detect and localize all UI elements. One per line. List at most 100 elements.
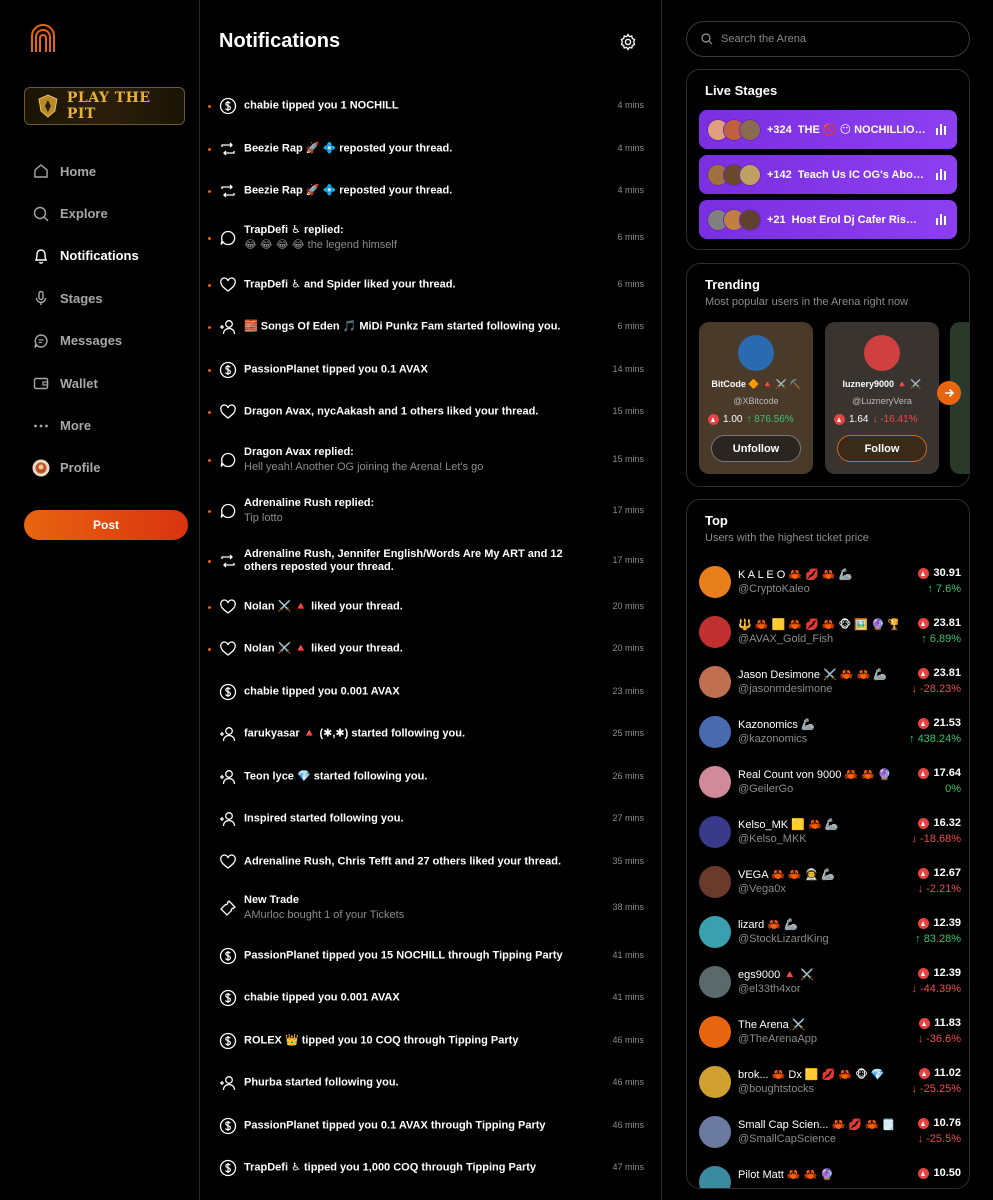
top-user-row[interactable]: Kelso_MK 🟨 🦀 🦾 @Kelso_MKK 16.32 ↓ -18.68%: [699, 811, 961, 853]
sidebar-item-stages[interactable]: Stages: [24, 277, 189, 319]
sidebar-item-label: Home: [60, 163, 97, 179]
gear-icon[interactable]: [619, 33, 637, 51]
sidebar-item-label: Profile: [60, 460, 101, 476]
sidebar-item-notifications[interactable]: Notifications: [24, 235, 189, 277]
top-user-row[interactable]: The Arena ⚔️ @TheArenaApp 11.83 ↓ -36.6%: [699, 1011, 961, 1053]
avatar: [699, 866, 731, 898]
stage-title: THE 🚫 😶 NOCHILLIO ...: [797, 124, 926, 136]
notification-item[interactable]: TrapDefi ♿ replied: 😂 😂 😂 😂 the legend hi…: [200, 218, 662, 258]
top-user-row[interactable]: egs9000 🔺 ⚔️ @el33th4xor 12.39 ↓ -44.39%: [699, 961, 961, 1003]
live-stage-item[interactable]: +142 Teach Us IC OG's Abou...: [699, 155, 957, 194]
stage-listener-count: +142: [767, 168, 792, 181]
notification-detail: AMurloc bought 1 of your Tickets: [244, 909, 405, 921]
ticket-price: 10.76: [918, 1117, 961, 1129]
notification-item[interactable]: Adrenaline Rush, Jennifer English/Words …: [200, 541, 662, 581]
arena-logo-icon[interactable]: [30, 24, 56, 54]
top-user-row[interactable]: Real Count von 9000 🦀 🦀 🔮 @GeilerGo 17.64 0…: [699, 761, 961, 803]
sidebar-item-explore[interactable]: Explore: [24, 192, 189, 234]
unfollow-button[interactable]: Unfollow: [711, 435, 801, 462]
notification-item[interactable]: Dragon Avax replied: Hell yeah! Another O…: [200, 440, 662, 480]
notification-item[interactable]: Beezie Rap 🚀 💠 reposted your thread. 4 mi…: [200, 171, 662, 211]
notification-item[interactable]: PassionPlanet tipped you 15 NOCHILL thro…: [200, 936, 662, 976]
notification-item[interactable]: TrapDefi ♿ tipped you 1,000 COQ through …: [200, 1148, 662, 1188]
top-user-row[interactable]: lizard 🦀 🦾 @StockLizardKing 12.39 ↑ 83.28%: [699, 911, 961, 953]
dollar-icon: [218, 1031, 238, 1051]
notification-item[interactable]: farukyasar 🔺 (✱,✱) started following you…: [200, 714, 662, 754]
audio-bars-icon: [936, 124, 946, 135]
notification-item[interactable]: ROLEX 👑 tipped you 10 COQ through Tippin…: [200, 1021, 662, 1061]
ticket-price: 17.64: [918, 767, 961, 779]
ticket-price: 10.50: [918, 1167, 961, 1179]
unread-dot: [208, 411, 211, 414]
top-user-row[interactable]: Small Cap Scien... 🦀 💋 🦀 🗒️ @SmallCapScie…: [699, 1111, 961, 1153]
notification-time: 6 mins: [617, 279, 644, 289]
notification-text: Inspired started following you.: [244, 813, 594, 826]
search-input[interactable]: [721, 33, 951, 45]
notification-item[interactable]: PassionPlanet tipped you 0.1 AVAX throug…: [200, 1106, 662, 1146]
search-bar[interactable]: [686, 21, 970, 57]
follow-button[interactable]: Follow: [837, 435, 927, 462]
notification-item[interactable]: chabie tipped you 0.001 AVAX 23 mins: [200, 672, 662, 712]
notification-item[interactable]: chabie tipped you 1 NOCHILL 4 mins: [200, 86, 662, 126]
notification-item[interactable]: Phurba started following you. 46 mins: [200, 1063, 662, 1103]
notification-message: chabie tipped you 0.001 AVAX: [244, 685, 400, 698]
notification-item[interactable]: Adrenaline Rush, Chris Tefft and 27 othe…: [200, 842, 662, 882]
top-user-handle: @GeilerGo: [738, 783, 794, 795]
page-title: Notifications: [219, 30, 341, 52]
sidebar-item-wallet[interactable]: Wallet: [24, 362, 189, 404]
notification-item[interactable]: PassionPlanet tipped you 0.1 AVAX 14 mins: [200, 350, 662, 390]
trending-user-card[interactable]: luznery9000 🔺 ⚔️ @LuzneryVera 1.64 ↓ -16.41…: [825, 322, 939, 474]
sidebar-item-messages[interactable]: Messages: [24, 320, 189, 362]
right-panel: Live Stages +324 THE 🚫 😶 NOCHILLIO ... +14…: [663, 0, 993, 1200]
live-stage-item[interactable]: +21 Host Erol Dj Cafer Rise U...: [699, 200, 957, 239]
top-user-row[interactable]: brok... 🦀 Dx 🟨 💋 🦀 🐵 💎 @boughtstocks 11.02…: [699, 1061, 961, 1103]
notification-message: Nolan ⚔️ 🔺 liked your thread.: [244, 600, 403, 613]
ticket-price: 23.81: [918, 617, 961, 629]
price-change: ↑ 6.89%: [921, 633, 961, 645]
notification-item[interactable]: TrapDefi ♿ and Spider liked your thread.…: [200, 265, 662, 305]
notification-message: Inspired started following you.: [244, 812, 404, 825]
notification-time: 4 mins: [617, 143, 644, 153]
sidebar-item-profile[interactable]: Profile: [24, 447, 189, 489]
notification-item[interactable]: Nolan ⚔️ 🔺 liked your thread. 20 mins: [200, 587, 662, 627]
post-button[interactable]: Post: [24, 510, 188, 540]
notification-item[interactable]: New Trade AMurloc bought 1 of your Ticket…: [200, 888, 662, 928]
top-user-row[interactable]: K A L E O 🦀 💋 🦀 🦾 @CryptoKaleo 30.91 ↑ 7.6%: [699, 561, 961, 603]
ticket-price: 11.02: [919, 1067, 961, 1079]
notification-item[interactable]: Teon lyce 💎 started following you. 26 min…: [200, 757, 662, 797]
top-user-row[interactable]: Pilot Matt 🦀 🦀 🔮 10.50: [699, 1161, 961, 1188]
trending-user-card[interactable]: BitCode 🔶 🔺 ⚔️ ⛏️ @XBitcode 1.00 ↑ 876.56% U…: [699, 322, 813, 474]
notification-item[interactable]: chabie tipped you 0.001 AVAX 41 mins: [200, 978, 662, 1018]
avatar: [699, 916, 731, 948]
price-value: 10.76: [933, 1117, 961, 1129]
top-user-row[interactable]: 🔱 🦀 🟨 🦀 💋 🦀 🐵 🖼️ 🔮 🏆 👁️ @AVAX_Gold_Fish 23…: [699, 611, 961, 653]
notification-item[interactable]: Dragon Avax, nycAakash and 1 others like…: [200, 392, 662, 432]
stage-avatars: [707, 118, 761, 141]
price-change-value: 438.24%: [917, 733, 961, 745]
price-change-value: 0%: [945, 783, 961, 795]
stage-avatars: [707, 208, 761, 231]
notification-item[interactable]: Inspired started following you. 27 mins: [200, 799, 662, 839]
sidebar-item-home[interactable]: Home: [24, 150, 189, 192]
notification-text: chabie tipped you 0.001 AVAX: [244, 992, 594, 1005]
notification-item[interactable]: 🧱 Songs Of Eden 🎵 MiDi Punkz Fam started…: [200, 307, 662, 347]
notification-time: 46 mins: [612, 1120, 644, 1130]
top-user-row[interactable]: VEGA 🦀 🦀 👨‍🚀 🦾 @Vega0x 12.67 ↓ -2.21%: [699, 861, 961, 903]
avatar: [739, 208, 761, 231]
top-user-row[interactable]: Jason Desimone ⚔️ 🦀 🦀 🦾 @jasonmdesimone 23…: [699, 661, 961, 703]
heart-icon: [218, 275, 238, 295]
trending-price: 1.64 ↓ -16.41%: [834, 414, 918, 425]
play-the-pit-banner[interactable]: PLAY THE PIT: [24, 87, 185, 125]
next-arrow-button[interactable]: [937, 381, 961, 405]
top-user-row[interactable]: Kazonomics 🦾 @kazonomics 21.53 ↑ 438.24%: [699, 711, 961, 753]
notification-item[interactable]: Nolan ⚔️ 🔺 liked your thread. 20 mins: [200, 629, 662, 669]
notification-item[interactable]: Beezie Rap 🚀 💠 reposted your thread. 4 mi…: [200, 129, 662, 169]
avax-icon: [918, 817, 930, 829]
live-stage-item[interactable]: +324 THE 🚫 😶 NOCHILLIO ...: [699, 110, 957, 149]
notification-item[interactable]: Adrenaline Rush replied: Tip lotto 17 mins: [200, 491, 662, 531]
sidebar-item-more[interactable]: More: [24, 404, 189, 446]
avatar: [864, 335, 900, 371]
price-change: ↓ -25.5%: [917, 1133, 961, 1145]
notification-time: 46 mins: [612, 1077, 644, 1087]
microphone-icon: [32, 289, 50, 307]
